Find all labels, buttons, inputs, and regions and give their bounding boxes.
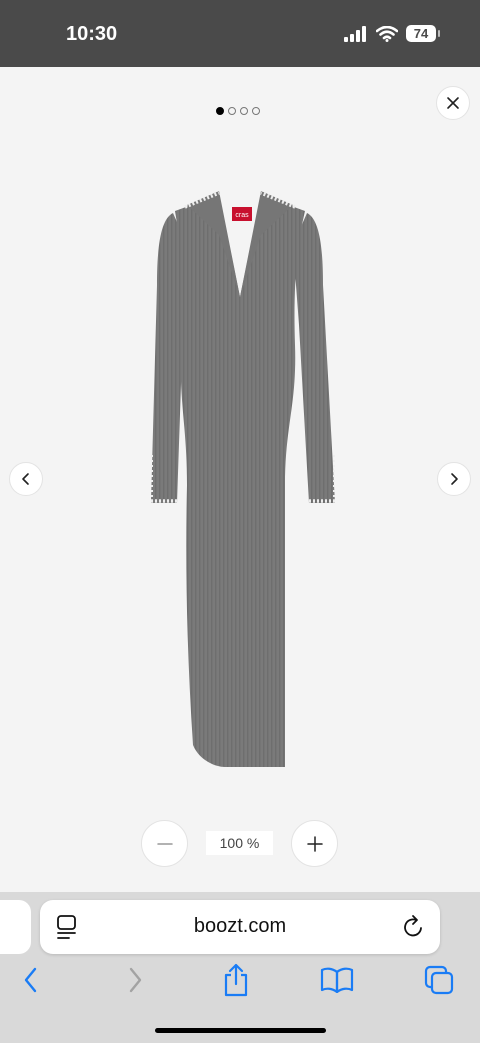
battery-icon: 74 bbox=[406, 25, 440, 42]
forward-button[interactable] bbox=[117, 962, 153, 998]
gallery-dot-4[interactable] bbox=[252, 107, 260, 115]
chevron-left-icon bbox=[24, 967, 37, 993]
plus-icon bbox=[306, 835, 323, 852]
chevron-right-icon bbox=[451, 473, 458, 485]
status-icons: 74 bbox=[344, 25, 440, 42]
reload-icon[interactable] bbox=[402, 914, 426, 940]
bookmarks-button[interactable] bbox=[319, 962, 355, 998]
gallery-dot-2[interactable] bbox=[228, 107, 236, 115]
battery-level: 74 bbox=[413, 26, 429, 41]
tabs-icon bbox=[424, 965, 454, 995]
minus-icon bbox=[156, 842, 173, 845]
product-image: cras bbox=[151, 191, 335, 767]
share-icon bbox=[224, 963, 248, 997]
tabs-button[interactable] bbox=[421, 962, 457, 998]
brand-label: cras bbox=[235, 212, 249, 219]
address-bar[interactable]: boozt.com bbox=[40, 900, 440, 954]
previous-image-button[interactable] bbox=[9, 462, 43, 496]
chevron-right-icon bbox=[129, 967, 142, 993]
back-button[interactable] bbox=[13, 962, 49, 998]
wifi-icon bbox=[376, 25, 398, 42]
gallery-dot-1[interactable] bbox=[216, 107, 224, 115]
status-bar: 10:30 74 bbox=[0, 0, 480, 67]
close-button[interactable] bbox=[436, 86, 470, 120]
zoom-in-button[interactable] bbox=[291, 820, 338, 867]
zoom-out-button[interactable] bbox=[141, 820, 188, 867]
previous-tab-preview[interactable] bbox=[0, 900, 31, 954]
book-icon bbox=[320, 967, 354, 993]
share-button[interactable] bbox=[218, 962, 254, 998]
gallery-pagination bbox=[216, 107, 260, 115]
status-time: 10:30 bbox=[66, 23, 118, 45]
close-icon bbox=[447, 97, 459, 109]
cellular-signal-icon bbox=[344, 25, 366, 42]
next-image-button[interactable] bbox=[437, 462, 471, 496]
gallery-dot-3[interactable] bbox=[240, 107, 248, 115]
chevron-left-icon bbox=[22, 473, 29, 485]
zoom-level: 100 % bbox=[206, 831, 273, 855]
home-indicator[interactable] bbox=[155, 1028, 326, 1033]
url-text: boozt.com bbox=[193, 915, 287, 937]
